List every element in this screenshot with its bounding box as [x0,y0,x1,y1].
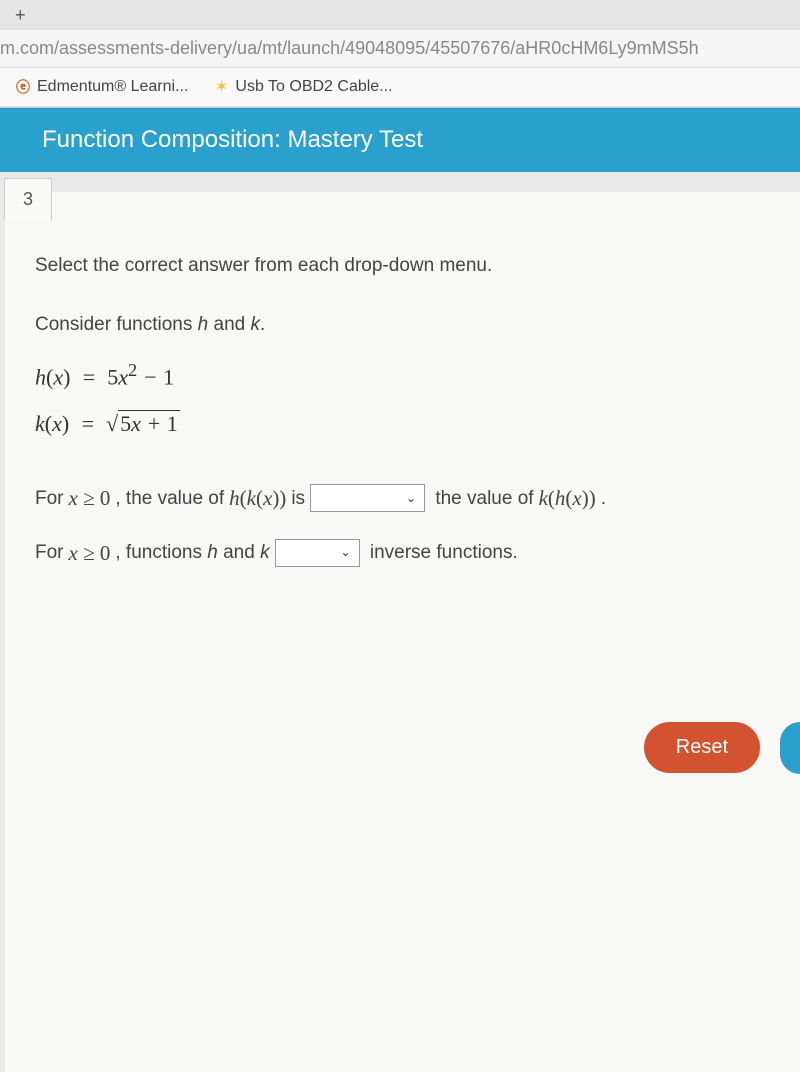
question-number-tab: 3 [4,178,52,220]
bookmark-label: Usb To OBD2 Cable... [235,78,392,96]
new-tab-icon[interactable]: + [5,5,36,26]
text-for2: For [35,532,64,574]
dropdown-inverse[interactable]: ⌄ [275,539,360,567]
text-valueof: the value of [430,478,534,520]
expr-hkx: h(k(x)) [229,475,286,521]
bookmark-label: Edmentum® Learni... [37,78,188,96]
question-content: Select the correct answer from each drop… [5,192,800,614]
consider-text: Consider functions h and k. [35,311,770,340]
bookmark-edmentum[interactable]: ⓔ Edmentum® Learni... [15,78,188,96]
page-header: Function Composition: Mastery Test [0,108,800,172]
condition-2: x ≥ 0 [69,530,111,576]
page-title: Function Composition: Mastery Test [42,126,423,153]
url-text: m.com/assessments-delivery/ua/mt/launch/… [0,38,800,59]
edmentum-icon: ⓔ [15,79,31,95]
text-is: is [291,478,305,520]
answer-line-2: For x ≥ 0 , functions h and k ⌄ inverse … [35,530,770,576]
url-bar[interactable]: m.com/assessments-delivery/ua/mt/launch/… [0,30,800,68]
content-area: 3 Select the correct answer from each dr… [0,172,800,1072]
walmart-icon: ✶ [213,79,229,95]
chevron-down-icon: ⌄ [406,485,416,511]
bookmarks-bar: ⓔ Edmentum® Learni... ✶ Usb To OBD2 Cabl… [0,68,800,107]
equation-k: k(x) = √5x + 1 [35,407,770,440]
bookmark-walmart[interactable]: ✶ Usb To OBD2 Cable... [213,78,392,96]
answer-line-1: For x ≥ 0 , the value of h(k(x)) is ⌄ th… [35,475,770,521]
reset-button[interactable]: Reset [644,722,760,773]
browser-tab-bar: + [0,0,800,30]
text-for: For [35,478,64,520]
answer-block: For x ≥ 0 , the value of h(k(x)) is ⌄ th… [35,475,770,575]
condition-1: x ≥ 0 [69,475,111,521]
equation-h: h(x) = 5x2 − 1 [35,357,770,393]
dropdown-comparison[interactable]: ⌄ [310,484,425,512]
expr-khx: k(h(x)) [539,475,596,521]
question-panel: 3 Select the correct answer from each dr… [5,192,800,1072]
text-inverse: inverse functions. [365,532,518,574]
text-period: . [601,478,606,520]
text-functions: , functions h and k [115,532,269,574]
chevron-down-icon: ⌄ [341,539,351,565]
instruction-text: Select the correct answer from each drop… [35,252,770,281]
next-button[interactable] [780,722,800,774]
text-comma: , the value of [115,478,224,520]
